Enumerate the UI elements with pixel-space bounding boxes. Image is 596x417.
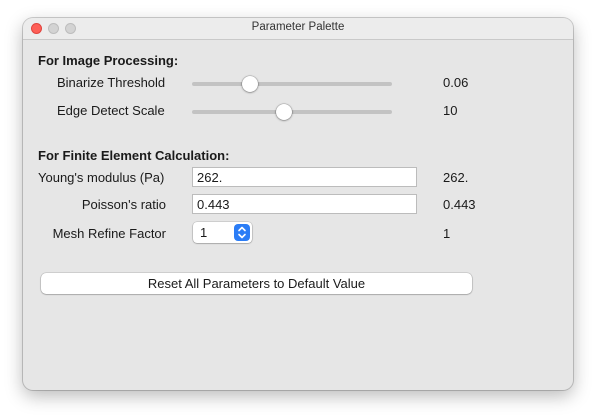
poissons-ratio-value: 0.443 [443,197,476,212]
edge-detect-scale-slider[interactable] [192,104,392,120]
poissons-ratio-label: Poisson's ratio [81,197,166,212]
mesh-refine-factor-value: 1 [443,226,451,241]
binarize-threshold-value: 0.06 [443,75,469,90]
youngs-modulus-input[interactable] [192,167,417,187]
edge-detect-scale-label: Edge Detect Scale [57,103,165,118]
reset-all-parameters-button[interactable]: Reset All Parameters to Default Value [41,273,472,294]
edge-detect-scale-value: 10 [443,103,458,118]
mesh-refine-factor-select[interactable]: 1 [193,222,252,243]
binarize-threshold-label: Binarize Threshold [57,75,166,90]
title-bar: Parameter Palette [23,18,573,40]
window-title: Parameter Palette [251,21,345,33]
poissons-ratio-input[interactable] [192,194,417,214]
binarize-threshold-slider[interactable] [192,76,392,92]
image-processing-header: For Image Processing: [38,53,179,68]
up-down-chevron-icon [234,224,250,241]
edge-detect-scale-thumb[interactable] [276,104,292,120]
fem-header: For Finite Element Calculation: [38,148,230,163]
parameter-palette-window: Parameter Palette For Image Processing: … [23,18,573,390]
mesh-refine-factor-selected: 1 [200,225,208,240]
youngs-modulus-value: 262. [443,170,469,185]
binarize-threshold-thumb[interactable] [242,76,258,92]
mesh-refine-factor-label: Mesh Refine Factor [52,226,166,241]
youngs-modulus-label: Young's modulus (Pa) [38,170,165,185]
